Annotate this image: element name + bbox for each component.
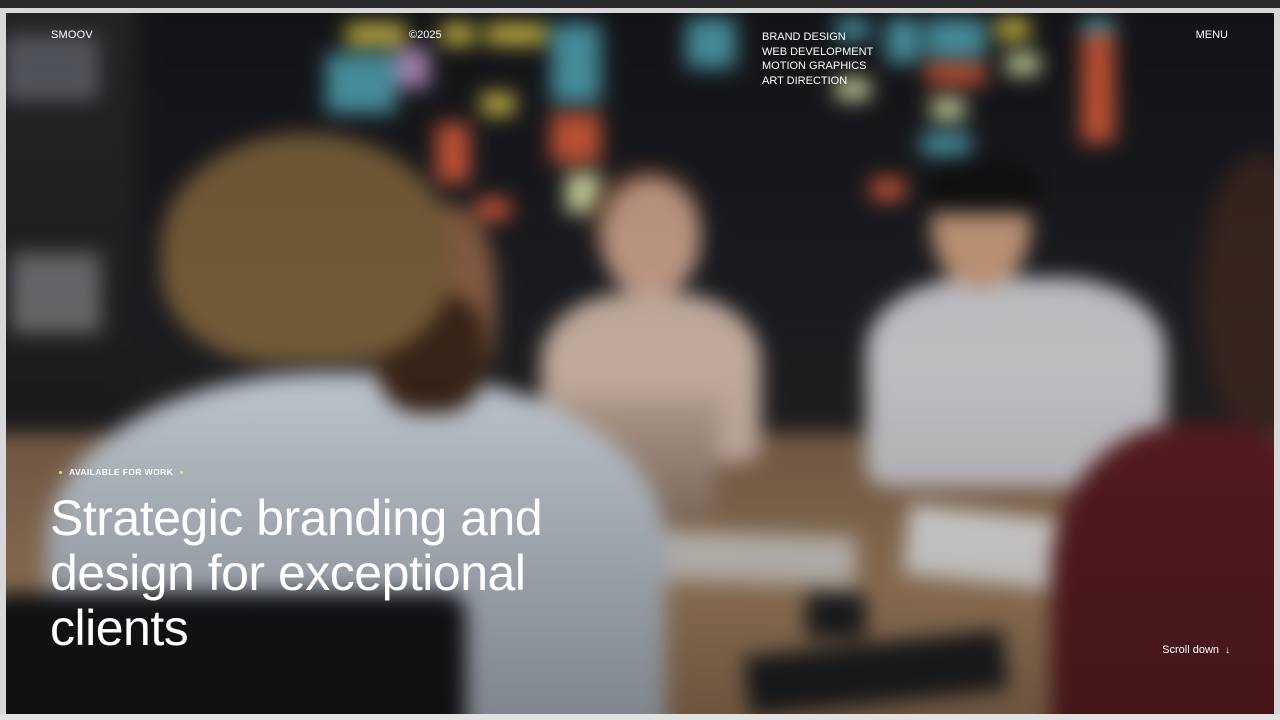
copyright-year: ©2025	[409, 29, 442, 41]
nav-item-brand-design[interactable]: BRAND DESIGN	[762, 30, 873, 45]
status-dot-icon	[59, 470, 62, 474]
nav-item-art-direction[interactable]: ART DIRECTION	[762, 74, 873, 89]
scroll-down-link[interactable]: Scroll down ↓	[1162, 644, 1230, 656]
nav-item-motion-graphics[interactable]: MOTION GRAPHICS	[762, 59, 873, 74]
status-dot-icon	[180, 470, 184, 474]
services-nav: BRAND DESIGN WEB DEVELOPMENT MOTION GRAP…	[762, 30, 873, 89]
scroll-down-label: Scroll down	[1162, 644, 1219, 656]
hero-section: SMOOV ©2025 BRAND DESIGN WEB DEVELOPMENT…	[6, 13, 1274, 714]
arrow-down-icon: ↓	[1225, 644, 1230, 656]
availability-label: AVAILABLE FOR WORK	[69, 467, 174, 477]
menu-button[interactable]: MENU	[1196, 29, 1228, 41]
hero-headline: Strategic branding and design for except…	[50, 490, 543, 656]
browser-top-bar	[0, 0, 1280, 8]
page-bottom-edge	[0, 714, 1280, 720]
nav-item-web-development[interactable]: WEB DEVELOPMENT	[762, 45, 873, 60]
logo-link[interactable]: SMOOV	[51, 29, 93, 41]
availability-badge: AVAILABLE FOR WORK	[59, 467, 184, 477]
hero-content: SMOOV ©2025 BRAND DESIGN WEB DEVELOPMENT…	[6, 13, 1274, 714]
